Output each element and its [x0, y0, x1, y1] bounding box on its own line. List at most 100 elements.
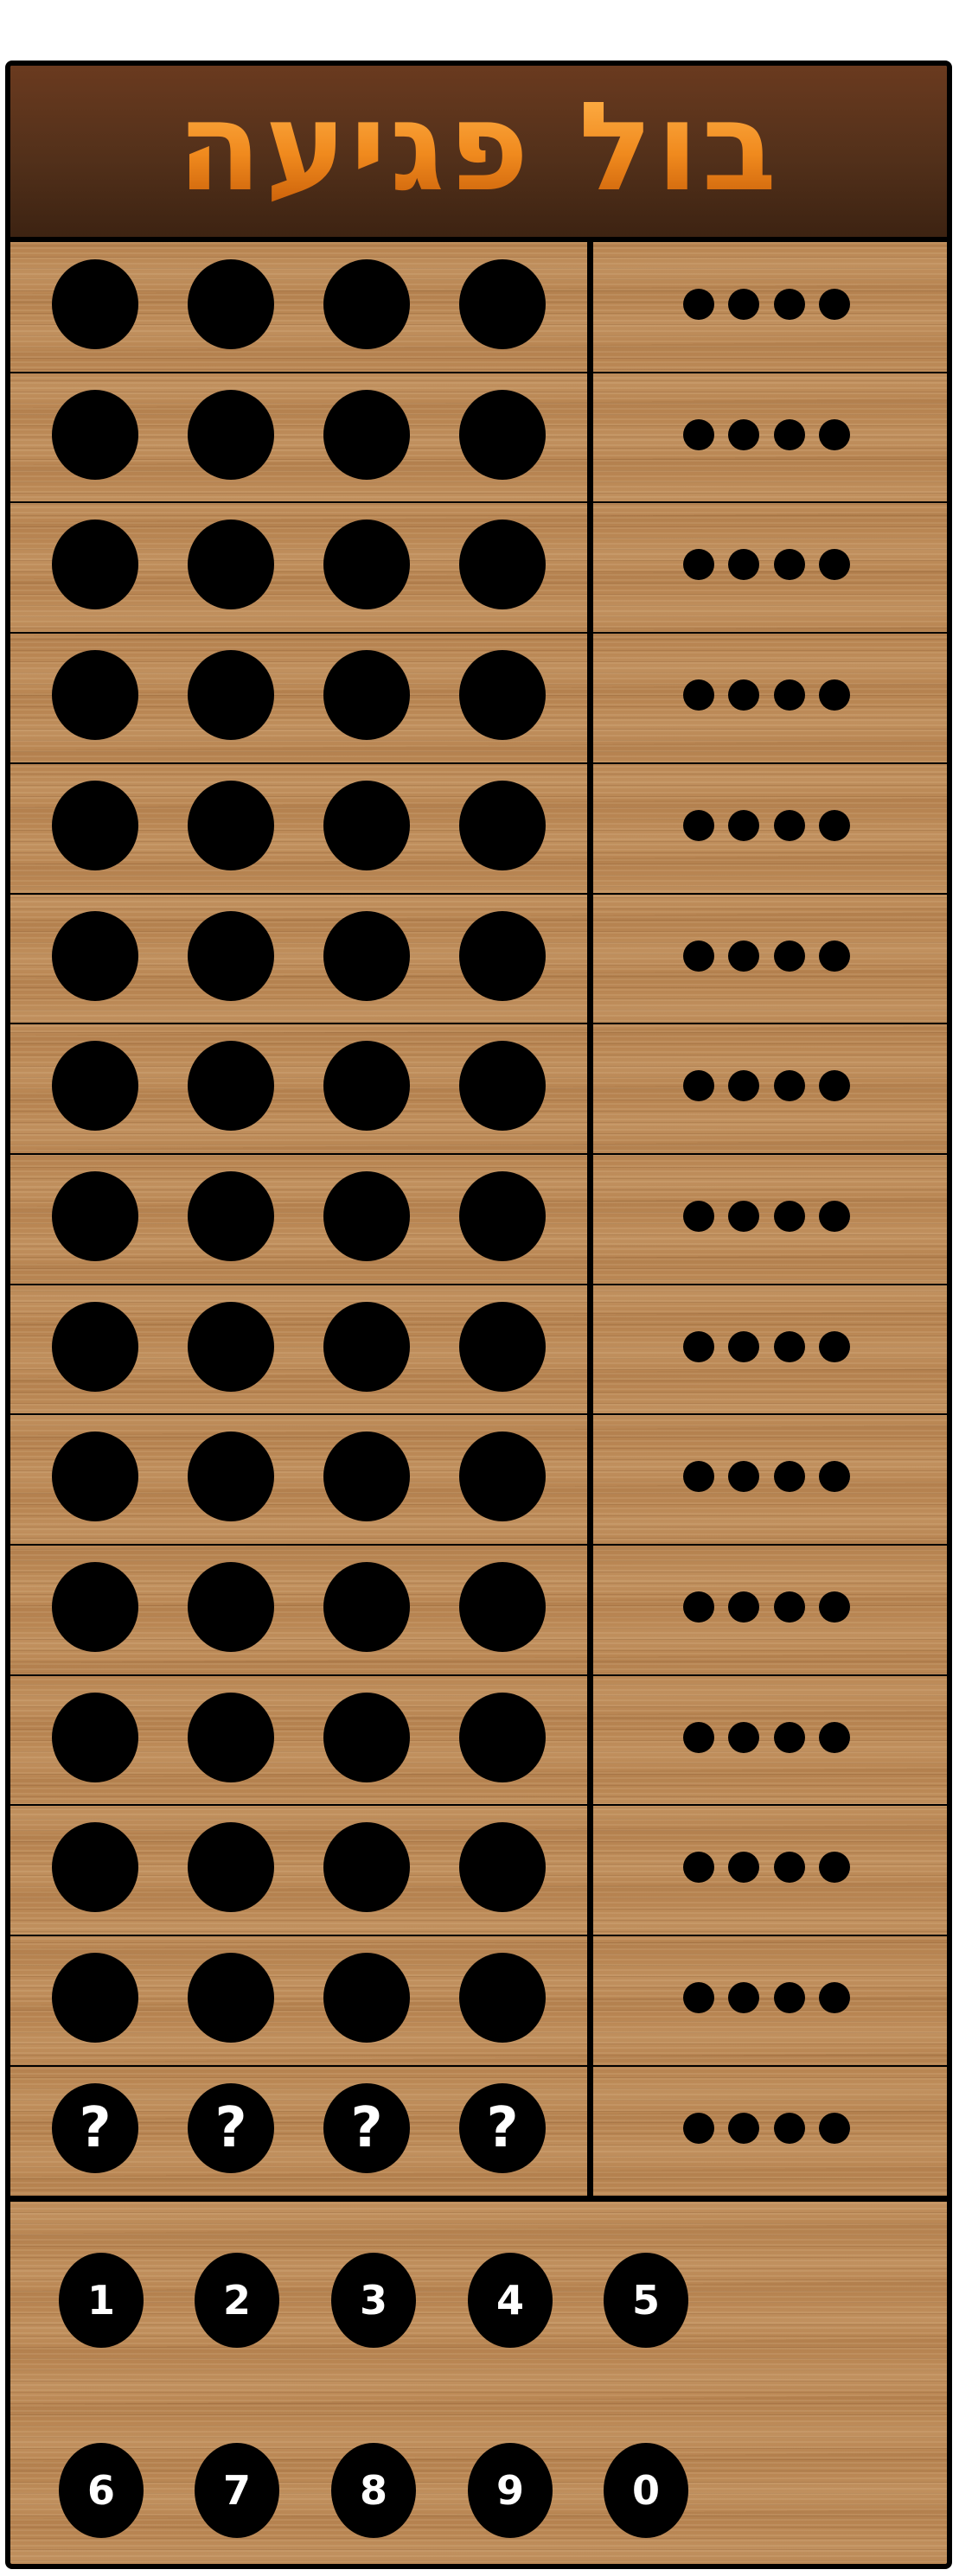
digit-button-6[interactable]: 6	[59, 2443, 144, 2538]
digit-button-0[interactable]: 0	[604, 2443, 688, 2538]
game-title: בול פגיעה	[176, 76, 781, 219]
feedback-dot	[774, 809, 805, 841]
row-separator	[593, 892, 947, 895]
feedback-dot	[683, 1721, 714, 1753]
feedback-dot	[819, 1721, 850, 1753]
feedback-pegs	[10, 1285, 850, 1414]
feedback-dot	[774, 289, 805, 320]
row-separator	[10, 1544, 587, 1546]
feedback-pegs	[10, 1805, 850, 1935]
guess-peg[interactable]	[459, 1692, 546, 1782]
guess-peg[interactable]	[459, 259, 546, 349]
feedback-dot	[774, 1852, 805, 1884]
feedback-pegs	[10, 373, 850, 502]
feedback-dot	[683, 809, 714, 841]
feedback-dot	[819, 2112, 850, 2144]
feedback-dot	[774, 679, 805, 711]
guess-peg[interactable]	[459, 389, 546, 480]
guess-peg[interactable]	[459, 910, 546, 1001]
feedback-dot	[774, 418, 805, 450]
feedback-dot	[683, 679, 714, 711]
digit-button-2[interactable]: 2	[195, 2253, 279, 2348]
guess-peg[interactable]	[459, 1822, 546, 1913]
feedback-dot	[728, 2112, 759, 2144]
column-divider	[587, 237, 593, 2196]
feedback-dot	[819, 809, 850, 841]
digit-button-4[interactable]: 4	[468, 2253, 553, 2348]
row-separator	[10, 1674, 587, 1676]
guess-peg[interactable]	[459, 1301, 546, 1392]
guess-peg[interactable]	[459, 650, 546, 741]
feedback-pegs	[10, 633, 850, 762]
feedback-dot	[819, 1330, 850, 1362]
secret-peg[interactable]: ?	[459, 2082, 546, 2173]
row-separator	[593, 371, 947, 373]
feedback-dot	[819, 1070, 850, 1102]
feedback-dot	[728, 1982, 759, 2014]
digit-button-8[interactable]: 8	[331, 2443, 416, 2538]
feedback-dot	[683, 1591, 714, 1623]
row-separator	[10, 1283, 587, 1285]
feedback-dot	[774, 1070, 805, 1102]
feedback-dot	[774, 1200, 805, 1232]
feedback-dot	[819, 289, 850, 320]
keypad-divider	[10, 2196, 947, 2202]
game-board: בול פגיעה ???? 1234567890	[5, 61, 952, 2569]
feedback-pegs	[10, 1023, 850, 1153]
row-separator	[10, 1935, 587, 1937]
feedback-dot	[683, 1330, 714, 1362]
feedback-pegs	[10, 1545, 850, 1674]
digit-button-1[interactable]: 1	[59, 2253, 144, 2348]
guess-peg[interactable]	[459, 1953, 546, 2044]
guess-peg[interactable]	[459, 1562, 546, 1652]
feedback-dot	[683, 289, 714, 320]
feedback-dot	[819, 940, 850, 972]
feedback-pegs	[10, 763, 850, 893]
digit-button-7[interactable]: 7	[195, 2443, 279, 2538]
feedback-dot	[728, 1070, 759, 1102]
feedback-dot	[819, 679, 850, 711]
row-separator	[10, 632, 587, 634]
feedback-dot	[683, 418, 714, 450]
guess-peg[interactable]	[459, 780, 546, 870]
feedback-dot	[728, 1461, 759, 1493]
row-separator	[593, 1283, 947, 1285]
feedback-dot	[819, 1982, 850, 2014]
feedback-pegs	[10, 502, 850, 632]
feedback-dot	[728, 1200, 759, 1232]
guess-peg[interactable]	[459, 1170, 546, 1261]
row-separator	[593, 632, 947, 634]
feedback-dot	[728, 1591, 759, 1623]
row-separator	[593, 762, 947, 764]
feedback-dot	[728, 418, 759, 450]
feedback-dot	[683, 1070, 714, 1102]
row-separator	[593, 2064, 947, 2067]
feedback-dot	[819, 1591, 850, 1623]
feedback-dot	[728, 549, 759, 581]
feedback-dot	[728, 679, 759, 711]
feedback-dot	[819, 549, 850, 581]
title-bar: בול פגיעה	[10, 66, 947, 242]
digit-button-3[interactable]: 3	[331, 2253, 416, 2348]
guess-peg[interactable]	[459, 520, 546, 610]
feedback-dot	[728, 1330, 759, 1362]
digit-button-5[interactable]: 5	[604, 2253, 688, 2348]
feedback-dot	[728, 1721, 759, 1753]
feedback-dot	[819, 1200, 850, 1232]
feedback-pegs	[10, 2066, 850, 2196]
feedback-dot	[774, 1591, 805, 1623]
row-separator	[593, 1152, 947, 1155]
guess-peg[interactable]	[459, 1431, 546, 1522]
feedback-pegs	[10, 242, 850, 372]
feedback-dot	[774, 1982, 805, 2014]
row-separator	[10, 1804, 587, 1807]
row-separator	[593, 1804, 947, 1807]
digit-button-9[interactable]: 9	[468, 2443, 553, 2538]
feedback-dot	[819, 1852, 850, 1884]
feedback-pegs	[10, 1935, 850, 2065]
guess-peg[interactable]	[459, 1041, 546, 1132]
feedback-dot	[728, 1852, 759, 1884]
row-separator	[10, 2064, 587, 2067]
feedback-dot	[683, 1852, 714, 1884]
feedback-dot	[728, 940, 759, 972]
